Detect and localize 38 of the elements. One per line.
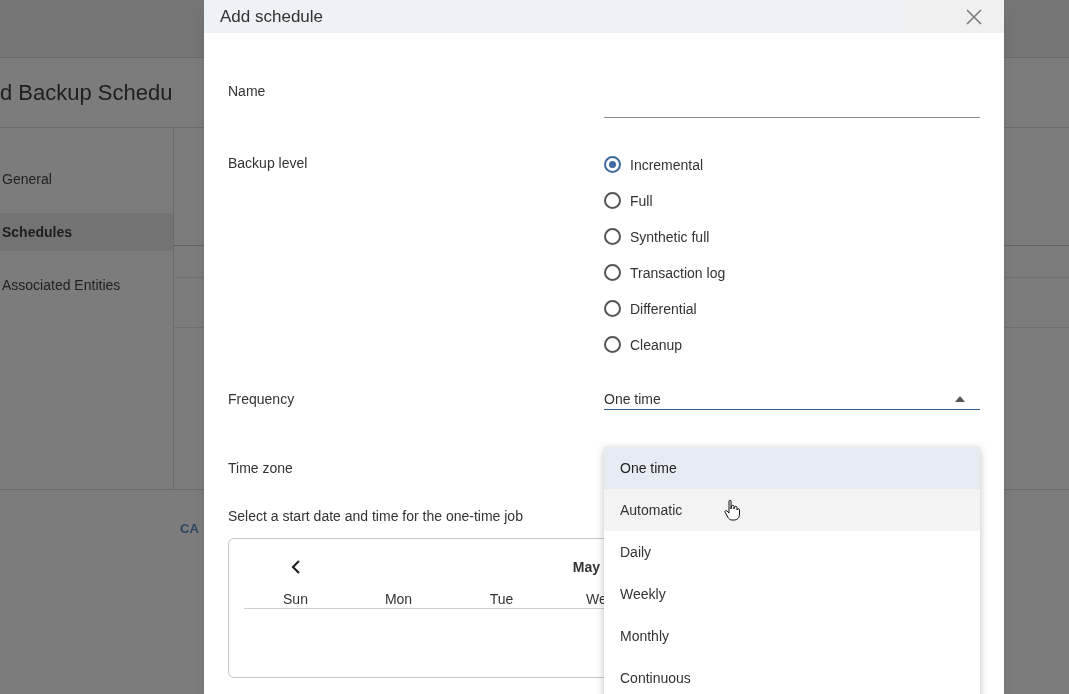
- dialog-title: Add schedule: [220, 5, 324, 28]
- radio-button[interactable]: [604, 264, 621, 281]
- radio-button[interactable]: [604, 300, 621, 317]
- start-prompt: Select a start date and time for the one-time job: [228, 508, 523, 524]
- menu-item[interactable]: Daily: [604, 531, 980, 573]
- radio-button[interactable]: [604, 156, 621, 173]
- hand-cursor-icon: [724, 499, 740, 521]
- menu-item[interactable]: One time: [604, 447, 980, 489]
- backup-level-label: Backup level: [228, 155, 308, 171]
- radio-button[interactable]: [604, 336, 621, 353]
- radio-button[interactable]: [604, 192, 621, 209]
- weekday-label: Tue: [489, 590, 514, 608]
- nav-item[interactable]: Schedules: [0, 213, 173, 251]
- weekday-label: Mon: [384, 590, 413, 608]
- radio-label: Differential: [630, 300, 697, 319]
- menu-item[interactable]: Continuous: [604, 657, 980, 694]
- nav-item[interactable]: General: [0, 160, 173, 198]
- radio-label: Synthetic full: [630, 228, 710, 247]
- radio-label: Incremental: [630, 156, 704, 175]
- time-zone-label: Time zone: [228, 460, 293, 476]
- frequency-label: Frequency: [228, 391, 295, 407]
- radio-button[interactable]: [604, 228, 621, 245]
- radio-label: Full: [630, 192, 653, 211]
- page-title: d Backup Schedu: [0, 79, 173, 107]
- menu-item[interactable]: Automatic: [604, 489, 980, 531]
- dropdown-arrow-icon: [955, 396, 965, 402]
- month-label: May: [572, 557, 600, 577]
- menu-item[interactable]: Weekly: [604, 573, 980, 615]
- nav-item[interactable]: Associated Entities: [0, 266, 173, 304]
- close-icon: [965, 7, 983, 26]
- close-button[interactable]: [964, 6, 984, 27]
- frequency-select[interactable]: One time: [604, 385, 980, 410]
- radio-label: Cleanup: [630, 336, 683, 355]
- chevron-left-icon: [290, 560, 301, 574]
- name-label: Name: [228, 83, 266, 99]
- weekday-label: Sun: [283, 590, 308, 608]
- menu-item[interactable]: Monthly: [604, 615, 980, 657]
- radio-label: Transaction log: [630, 264, 726, 283]
